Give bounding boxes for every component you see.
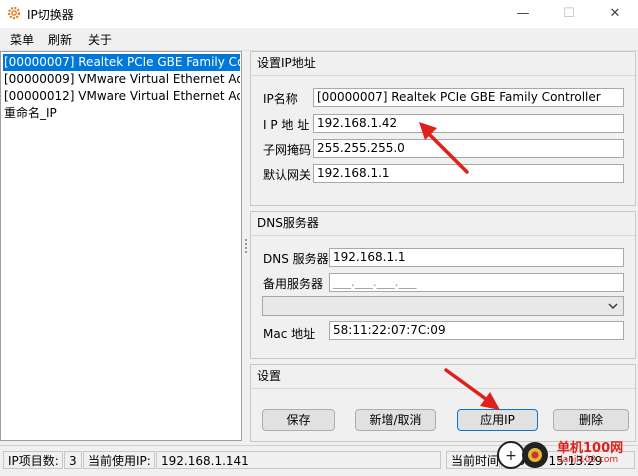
dns-dropdown[interactable] [262,296,624,316]
watermark-subtext: danji100.com [557,455,619,465]
current-ip-label: 当前使用IP: [83,451,155,469]
menu-item-refresh[interactable]: 刷新 [48,31,72,48]
minimize-button[interactable]: — [500,0,546,28]
menu-item-menu[interactable]: 菜单 [10,31,34,48]
watermark-logo: + 单机100网 danji100.com [495,435,635,475]
section-header: DNS服务器 [251,212,635,236]
dns-server-label: DNS 服务器 [263,252,329,266]
annotation-arrow [444,368,500,410]
subnet-mask-label: 子网掩码 [263,143,312,157]
alt-dns-field[interactable]: ___.___.___.___ [329,273,624,292]
dns-server-field[interactable]: 192.168.1.1 [329,248,624,267]
list-item[interactable]: 重命名_IP [3,105,240,122]
chevron-down-icon [608,303,618,309]
gear-icon [7,6,21,20]
ip-name-label: IP名称 [263,92,298,106]
mac-address-field[interactable]: 58:11:22:07:7C:09 [329,321,624,340]
title-bar: IP切换器 — ☐ ✕ [0,0,638,28]
mac-address-label: Mac 地址 [263,327,316,341]
window-title: IP切换器 [27,8,74,22]
ip-address-label: I P 地 址 [263,118,310,132]
list-item[interactable]: [00000012] VMware Virtual Ethernet Adap [3,88,240,105]
svg-text:+: + [505,448,517,464]
list-item[interactable]: [00000009] VMware Virtual Ethernet Adap [3,71,240,88]
menu-item-about[interactable]: 关于 [88,31,112,48]
alt-dns-label: 备用服务器 [263,277,324,291]
save-button[interactable]: 保存 [262,409,335,431]
watermark-mark-icon: + [497,441,548,469]
current-time-label: 当前时间: [446,451,500,469]
close-button[interactable]: ✕ [592,0,638,28]
list-item[interactable]: [00000007] Realtek PCIe GBE Family Contr [2,53,241,72]
add-cancel-button[interactable]: 新增/取消 [355,409,436,431]
ip-name-field[interactable]: [00000007] Realtek PCIe GBE Family Contr… [313,88,624,107]
current-ip-value: 192.168.1.141 [156,451,441,469]
adapter-list[interactable]: [00000007] Realtek PCIe GBE Family Contr… [0,51,242,441]
watermark-text: 单机100网 [557,441,624,456]
splitter-handle[interactable] [242,51,250,441]
ip-count-label: IP项目数: [3,451,63,469]
ip-count-value: 3 [64,451,82,469]
gateway-label: 默认网关 [263,168,312,182]
section-header: 设置IP地址 [251,52,635,76]
maximize-button[interactable]: ☐ [546,0,592,28]
annotation-arrow [419,122,469,174]
menu-bar: 菜单 刷新 关于 [0,28,638,51]
delete-button[interactable]: 删除 [553,409,629,431]
